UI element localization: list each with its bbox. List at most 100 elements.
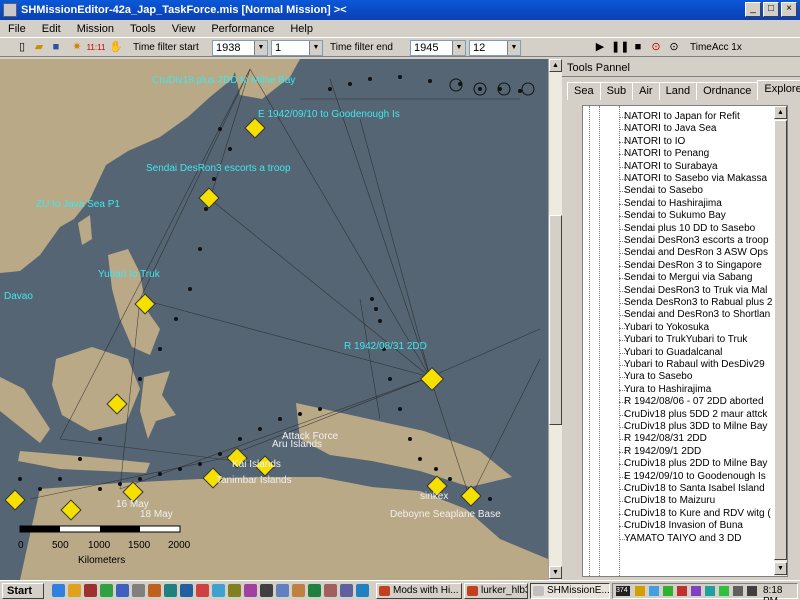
- tree-item[interactable]: Yubari to Yokosuka: [583, 322, 775, 334]
- tree-item[interactable]: Sendai DesRon 3 to Singapore: [583, 260, 775, 272]
- tray-badge[interactable]: 374: [616, 586, 630, 596]
- tab-air[interactable]: Air: [632, 82, 660, 100]
- folder-icon[interactable]: [68, 584, 81, 597]
- chevron-up-icon[interactable]: ▲: [549, 59, 562, 72]
- task-shmissioneditor[interactable]: SHMissionE...: [530, 583, 610, 599]
- menu-help[interactable]: Help: [290, 23, 313, 35]
- tree-item[interactable]: Sendai DesRon3 to Truk via Mal: [583, 285, 775, 297]
- tree-item[interactable]: E 1942/09/10 to Goodenough Is: [583, 471, 775, 483]
- tree-item[interactable]: Sendai to Hashirajima: [583, 198, 775, 210]
- explorer-tree[interactable]: ▲ ▼ NATORI to Japan for Refit NATORI to J…: [582, 105, 788, 577]
- app-icon[interactable]: [228, 584, 241, 597]
- task-lurker[interactable]: lurker_hlb3 -...: [464, 583, 528, 599]
- app-icon[interactable]: [308, 584, 321, 597]
- app-icon[interactable]: [356, 584, 369, 597]
- app-icon[interactable]: [148, 584, 161, 597]
- stop-icon[interactable]: ■: [630, 40, 646, 55]
- tree-item[interactable]: CruDiv18 plus 5DD 2 maur attck: [583, 409, 775, 421]
- chevron-down-icon[interactable]: ▼: [309, 41, 322, 55]
- tree-item[interactable]: NATORI to Penang: [583, 148, 775, 160]
- start-year-select[interactable]: 1938 ▼: [212, 40, 268, 56]
- clock-icon[interactable]: ⊙: [666, 40, 682, 55]
- new-file-icon[interactable]: ▯: [14, 40, 30, 55]
- ie-icon[interactable]: [52, 584, 65, 597]
- tree-item[interactable]: Yubari to Rabaul with DesDiv29: [583, 359, 775, 371]
- tray-icon[interactable]: [649, 586, 659, 596]
- start-month-select[interactable]: 1 ▼: [271, 40, 323, 56]
- window-title-bar[interactable]: SHMissionEditor-42a_Jap_TaskForce.mis [N…: [0, 0, 800, 20]
- app-icon[interactable]: [132, 584, 145, 597]
- map-scrollbar[interactable]: ▲ ▼: [548, 59, 562, 580]
- tree-item[interactable]: Sendai and DesRon 3 ASW Ops: [583, 247, 775, 259]
- menu-tools[interactable]: Tools: [130, 23, 156, 35]
- clock[interactable]: 8:18 PM: [763, 585, 797, 600]
- save-icon[interactable]: ■: [48, 40, 64, 55]
- tree-item[interactable]: Senda DesRon3 to Rabual plus 2: [583, 297, 775, 309]
- app-icon[interactable]: [244, 584, 257, 597]
- tray-icon[interactable]: [719, 586, 729, 596]
- tree-item[interactable]: NATORI to Java Sea: [583, 123, 775, 135]
- tree-item[interactable]: Yubari to Guadalcanal: [583, 347, 775, 359]
- tab-sea[interactable]: Sea: [567, 82, 601, 100]
- tree-item[interactable]: CruDiv18 plus 3DD to Milne Bay: [583, 421, 775, 433]
- minimize-button[interactable]: _: [745, 2, 761, 17]
- app-icon[interactable]: [164, 584, 177, 597]
- tray-icon[interactable]: [691, 586, 701, 596]
- tree-scrollbar[interactable]: ▲ ▼: [774, 106, 787, 576]
- app-icon[interactable]: [292, 584, 305, 597]
- tree-item[interactable]: NATORI to Japan for Refit: [583, 111, 775, 123]
- task-mods[interactable]: Mods with Hi...: [376, 583, 462, 599]
- tray-icon[interactable]: [635, 586, 645, 596]
- pause-icon[interactable]: ❚❚: [611, 40, 629, 55]
- tray-icon[interactable]: [733, 586, 743, 596]
- tab-sub[interactable]: Sub: [599, 82, 634, 100]
- app-icon[interactable]: [324, 584, 337, 597]
- chevron-down-icon[interactable]: ▼: [452, 41, 465, 55]
- play-icon[interactable]: ▶: [592, 40, 608, 55]
- tray-icon[interactable]: [677, 586, 687, 596]
- chevron-down-icon[interactable]: ▼: [774, 562, 787, 575]
- menu-edit[interactable]: Edit: [42, 23, 61, 35]
- menu-file[interactable]: File: [8, 23, 26, 35]
- chevron-down-icon[interactable]: ▼: [549, 566, 562, 579]
- app-icon[interactable]: [212, 584, 225, 597]
- maximize-button[interactable]: □: [763, 2, 779, 17]
- hand-pan-icon[interactable]: ✋: [108, 40, 124, 55]
- app-icon[interactable]: [340, 584, 353, 597]
- menu-mission[interactable]: Mission: [77, 23, 114, 35]
- app-icon[interactable]: [84, 584, 97, 597]
- tree-item[interactable]: CruDiv18 to Santa Isabel Island: [583, 483, 775, 495]
- map-canvas[interactable]: [0, 59, 548, 580]
- tree-item[interactable]: Yubari to TrukYubari to Truk: [583, 334, 775, 346]
- app-icon[interactable]: [100, 584, 113, 597]
- chevron-up-icon[interactable]: ▲: [774, 106, 787, 119]
- tree-item[interactable]: NATORI to Sasebo via Makassa: [583, 173, 775, 185]
- tree-item[interactable]: Yura to Sasebo: [583, 371, 775, 383]
- tree-item[interactable]: Sendai to Sukumo Bay: [583, 210, 775, 222]
- tree-item[interactable]: NATORI to IO: [583, 136, 775, 148]
- tree-item[interactable]: Sendai DesRon3 escorts a troop: [583, 235, 775, 247]
- menu-view[interactable]: View: [172, 23, 196, 35]
- menu-performance[interactable]: Performance: [211, 23, 274, 35]
- tree-item[interactable]: Sendai plus 10 DD to Sasebo: [583, 223, 775, 235]
- tree-item[interactable]: CruDiv18 plus 2DD to Milne Bay: [583, 458, 775, 470]
- tree-item[interactable]: R 1942/09/1 2DD: [583, 446, 775, 458]
- open-folder-icon[interactable]: ▰: [31, 40, 47, 55]
- map-view[interactable]: CruDiv18 plus 2DD to Milne Bay E 1942/09…: [0, 59, 548, 580]
- tree-scroll-thumb[interactable]: [774, 120, 787, 560]
- tree-item[interactable]: Yura to Hashirajima: [583, 384, 775, 396]
- start-button[interactable]: Start: [2, 583, 44, 599]
- tree-item[interactable]: CruDiv18 to Maizuru: [583, 495, 775, 507]
- tree-item[interactable]: Sendai to Mergui via Sabang: [583, 272, 775, 284]
- chevron-down-icon[interactable]: ▼: [507, 41, 520, 55]
- star-icon[interactable]: ✷: [69, 40, 85, 55]
- record-icon[interactable]: ⊙: [648, 40, 664, 55]
- speaker-icon[interactable]: [747, 586, 757, 596]
- end-year-select[interactable]: 1945 ▼: [410, 40, 466, 56]
- tree-item[interactable]: YAMATO TAIYO and 3 DD: [583, 533, 775, 545]
- tab-land[interactable]: Land: [658, 82, 698, 100]
- tab-ordnance[interactable]: Ordnance: [696, 82, 759, 100]
- tab-explorer[interactable]: Explorer: [757, 80, 800, 100]
- close-button[interactable]: ×: [781, 2, 797, 17]
- map-scroll-thumb[interactable]: [549, 215, 562, 425]
